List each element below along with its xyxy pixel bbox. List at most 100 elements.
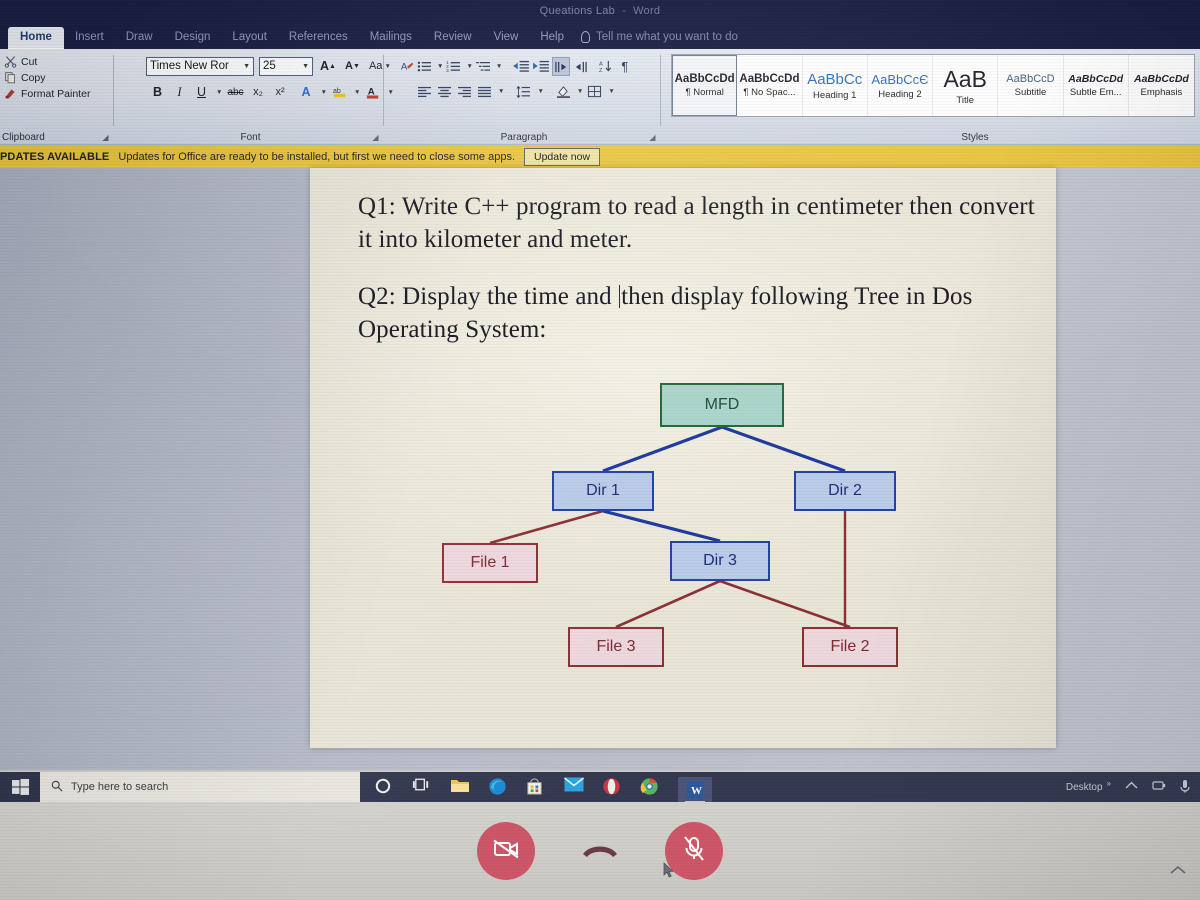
tab-design[interactable]: Design [164,27,222,49]
tree-node-file-1[interactable]: File 1 [442,543,538,583]
tree-node-file-2[interactable]: File 2 [802,627,898,667]
line-spacing-chevron-down-icon[interactable]: ▼ [537,88,543,95]
cut-button[interactable]: Cut [4,55,90,68]
shading-chevron-down-icon[interactable]: ▼ [577,88,583,95]
font-dialog-launcher[interactable]: ◢ [371,133,380,142]
subscript-icon[interactable]: x₂ [249,82,268,102]
format-painter-button[interactable]: Format Painter [4,87,90,100]
text-highlight-icon[interactable]: ab [330,82,349,102]
tab-draw[interactable]: Draw [115,27,164,49]
microsoft-store-icon[interactable] [526,777,546,797]
font-color-icon[interactable]: A [363,82,382,102]
bullets-icon[interactable] [416,57,433,76]
line-spacing-icon[interactable] [515,82,532,101]
opera-browser-icon[interactable] [602,777,622,797]
numbering-chevron-down-icon[interactable]: ▼ [466,63,472,70]
underline-chevron-down-icon[interactable]: ▼ [216,89,222,96]
text-effects-chevron-down-icon[interactable]: ▼ [321,89,327,96]
italic-icon[interactable]: I [170,82,189,102]
q1-text: Q1: Write C++ program to read a length i… [358,193,1035,253]
edge-browser-icon[interactable] [488,777,508,797]
tab-help[interactable]: Help [529,27,575,49]
windows-logo-icon[interactable] [0,772,40,802]
expand-chevron-icon[interactable] [1170,862,1186,878]
mail-icon[interactable] [564,777,584,797]
justify-chevron-down-icon[interactable]: ▼ [498,88,504,95]
align-left-icon[interactable] [416,82,433,101]
align-center-icon[interactable] [436,82,453,101]
node-label: Dir 3 [703,552,737,569]
style-no-spacing[interactable]: AaBbCcDd ¶ No Spac... [737,55,803,116]
style-normal[interactable]: AaBbCcDd ¶ Normal [672,55,738,116]
bullets-chevron-down-icon[interactable]: ▼ [437,63,443,70]
highlight-chevron-down-icon[interactable]: ▼ [354,89,360,96]
tree-node-dir-2[interactable]: Dir 2 [794,471,896,511]
tab-layout[interactable]: Layout [221,27,278,49]
tab-review[interactable]: Review [423,27,483,49]
increase-indent-icon[interactable] [532,57,550,76]
multilevel-list-icon[interactable] [475,57,492,76]
sort-icon[interactable]: AZ [597,57,614,76]
show-formatting-marks-icon[interactable]: ¶ [616,57,633,76]
shrink-font-icon[interactable]: A ▼ [343,56,362,76]
tab-home[interactable]: Home [8,27,64,49]
clipboard-dialog-launcher[interactable]: ◢ [101,133,110,142]
file-explorer-icon[interactable] [450,777,470,797]
style-label: Subtle Em... [1069,87,1122,98]
decrease-indent-icon[interactable] [512,57,530,76]
tree-node-file-3[interactable]: File 3 [568,627,664,667]
tree-node-dir-1[interactable]: Dir 1 [552,471,654,511]
numbering-icon[interactable]: 123 [445,57,462,76]
network-icon[interactable] [1152,780,1166,795]
desktop-label[interactable]: Desktop [1066,782,1103,793]
word-icon[interactable]: W [678,777,712,803]
paragraph-dialog-launcher[interactable]: ◢ [648,133,657,142]
superscript-icon[interactable]: x² [271,82,290,102]
style-subtle-emphasis[interactable]: AaBbCcDd Subtle Em... [1064,55,1129,116]
font-size-combobox[interactable]: 25 ▼ [259,56,313,76]
dos-directory-tree-diagram[interactable]: MFD Dir 1 Dir 2 File 1 Dir 3 File 3 File… [420,383,940,683]
align-right-icon[interactable] [456,82,473,101]
style-heading-2[interactable]: AaBbCcЄ Heading 2 [868,55,934,116]
chrome-browser-icon[interactable] [640,777,660,797]
tell-me-box[interactable]: Tell me what you want to do [581,31,738,49]
style-title[interactable]: AaB Title [933,55,999,116]
multilevel-chevron-down-icon[interactable]: ▼ [496,63,502,70]
bold-icon[interactable]: B [148,82,167,102]
tab-insert[interactable]: Insert [64,27,115,49]
grow-font-icon[interactable]: A ▲ [318,56,338,76]
update-now-button[interactable]: Update now [524,148,601,166]
tab-references[interactable]: References [278,27,359,49]
underline-icon[interactable]: U [192,82,211,102]
copy-icon [4,71,17,84]
document-page[interactable]: Q1: Write C++ program to read a length i… [310,168,1056,748]
style-subtitle[interactable]: AaBbCcD Subtitle [998,55,1064,116]
font-name-combobox[interactable]: Times New Ror ▼ [146,56,254,76]
text-effects-icon[interactable]: A [297,82,316,102]
copy-button[interactable]: Copy [4,71,90,84]
task-view-icon[interactable] [412,777,432,797]
borders-icon[interactable] [586,82,603,101]
tree-node-dir-3[interactable]: Dir 3 [670,541,770,581]
borders-chevron-down-icon[interactable]: ▼ [608,88,614,95]
tree-node-mfd[interactable]: MFD [660,383,784,427]
tab-mailings[interactable]: Mailings [359,27,423,49]
search-input[interactable]: Type here to search [40,772,360,802]
style-emphasis[interactable]: AaBbCcDd Emphasis [1129,55,1194,116]
shading-icon[interactable] [555,82,572,101]
screen-photo: Queations Lab - Word Home Insert Draw De… [0,0,1200,900]
group-label-clipboard: Clipboard [2,132,45,143]
ltr-text-direction-icon[interactable] [552,57,571,76]
volume-icon[interactable] [1180,779,1190,796]
cortana-icon[interactable] [374,777,394,797]
strikethrough-icon[interactable]: abc [225,82,245,102]
title-bar: Queations Lab - Word [0,0,1200,22]
chevron-up-icon[interactable] [1125,781,1138,793]
tray-overflow-icon[interactable]: » [1107,779,1111,788]
camera-off-button[interactable] [477,822,535,880]
style-heading-1[interactable]: AaBbCс Heading 1 [803,55,868,116]
rtl-text-direction-icon[interactable] [572,57,589,76]
justify-icon[interactable] [476,82,493,101]
tab-view[interactable]: View [483,27,530,49]
hangup-button[interactable] [579,838,621,864]
